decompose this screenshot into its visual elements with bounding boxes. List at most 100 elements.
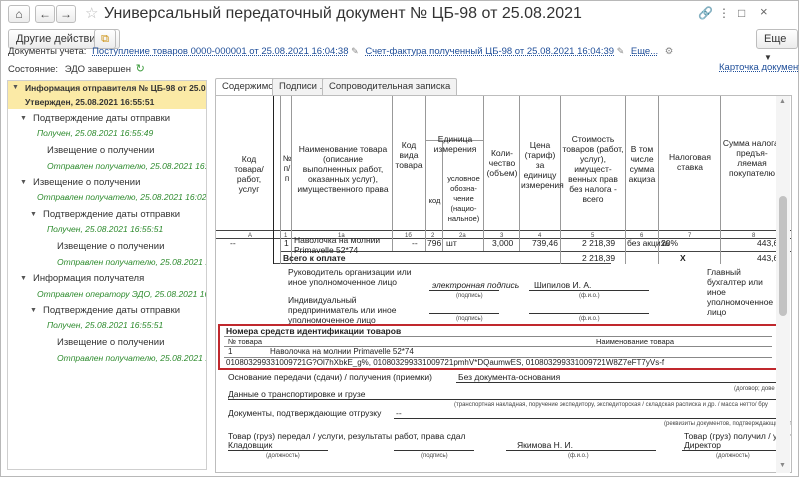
receipt-doc-link[interactable]: Поступление товаров 0000-000001 от 25.08… (92, 46, 348, 57)
edit-icon[interactable]: ✎ (617, 46, 625, 56)
head-name: Шипилов И. А. (534, 280, 592, 290)
col-index: 8 (752, 233, 756, 239)
maximize-icon[interactable]: □ (738, 6, 745, 20)
tree-toggle-icon[interactable]: ▼ (20, 115, 27, 122)
tree-item-sub: Отправлен получателю, 25.08.2021 16:02:0… (37, 192, 207, 202)
cell-name: Наволочка на молнии Primavelle 52*74 (294, 235, 381, 255)
arrow-right-icon: → (60, 7, 72, 21)
invoice-doc-link[interactable]: Счет-фактура полученный ЦБ-98 от 25.08.2… (365, 46, 614, 57)
tree-item-sub: Получен, 25.08.2021 16:55:51 (47, 224, 164, 234)
tree-toggle-icon[interactable]: ▼ (30, 307, 37, 314)
tree-item-title[interactable]: Информация отправителя № ЦБ-98 от 25.08.… (25, 83, 206, 93)
cell-unit-code: 796 (427, 238, 442, 248)
esignature-text: электронная подпись (432, 280, 520, 290)
more-docs-link[interactable]: Еще... (631, 46, 658, 57)
tree-item-sub: Получен, 25.08.2021 16:55:49 (37, 128, 154, 138)
tree-item-sub: Отправлен получателю, 25.08.2021 16:56:2… (57, 257, 206, 267)
gear-icon[interactable]: ⚙ (665, 46, 674, 57)
close-icon[interactable]: × (760, 4, 768, 19)
accounting-docs-label: Документы учета: (8, 46, 87, 57)
col-header-unit-name: условное обозна-чение (нацио-нальное) (447, 174, 480, 223)
col-index: 7 (688, 233, 692, 239)
basis-value: Без документа-основания (458, 372, 561, 382)
basis-label: Основание передачи (сдачи) / получения (… (228, 372, 432, 382)
scroll-thumb[interactable] (779, 196, 787, 316)
document-view: Код товара/ работ, услуг № п/п Наименова… (215, 95, 792, 473)
col-header-unit: Единица измерения (433, 134, 477, 154)
status-label: Состояние: (8, 64, 59, 75)
tree-item-sub: Получен, 25.08.2021 16:55:51 (47, 320, 164, 330)
tree-item-title[interactable]: Извещение о получении (47, 145, 154, 156)
tree-toggle-icon[interactable]: ▼ (12, 84, 19, 91)
total-label: Всего к оплате (283, 253, 346, 263)
transport-hint: (транспортная накладная, поручение экспе… (454, 402, 768, 408)
tree-item-title[interactable]: Извещение о получении (57, 241, 164, 252)
col-index: А (248, 233, 253, 239)
identification-title: Номера средств идентификации товаров (226, 326, 402, 336)
col-header-code: Код товара/ работ, услуг (234, 154, 264, 194)
more-label: Еще (764, 33, 787, 45)
cell-rate: 20% (661, 238, 679, 248)
col-header-cost: Стоимость товаров (работ, услуг), имущес… (562, 134, 624, 204)
head-label: Руководитель организации или иное уполно… (288, 267, 412, 287)
tree-item-title[interactable]: Подтверждение даты отправки (43, 305, 180, 316)
col-header-kind: Код вида товара (395, 140, 423, 170)
vertical-scrollbar[interactable]: ▲ ▼ (776, 96, 790, 473)
tree-item-title[interactable]: Подтверждение даты отправки (33, 113, 170, 124)
director: Директор (684, 440, 722, 450)
fio-hint: (ф.и.о.) (579, 293, 600, 299)
status-value: ЭДО завершен (64, 64, 131, 75)
scroll-down-icon[interactable]: ▼ (779, 462, 786, 469)
title-bar: ⌂ ← → ☆ Универсальный передаточный докум… (1, 1, 798, 27)
link-icon[interactable]: 🔗 (698, 6, 713, 20)
edo-events-tree: ▼ Информация отправителя № ЦБ-98 от 25.0… (7, 80, 207, 470)
accounting-docs-row: Документы учета: Поступление товаров 000… (8, 46, 673, 57)
status-row: Состояние: ЭДО завершен ↻ (8, 62, 145, 75)
tree-item-sub: Утвержден, 25.08.2021 16:55:51 (25, 97, 155, 107)
refresh-icon[interactable]: ↻ (136, 63, 145, 75)
col-header-rate: Налоговая ставка (668, 152, 712, 172)
tree-item-sub: Отправлен получателю, 25.08.2021 16:56:2… (47, 161, 207, 171)
back-button[interactable]: ← (35, 5, 55, 23)
tree-item-sub: Отправлен оператору ЭДО, 25.08.2021 16:5… (37, 289, 206, 299)
cell-kind: -- (412, 238, 418, 248)
tree-item-title[interactable]: Извещение о получении (57, 337, 164, 348)
signature-hint: (подпись) (421, 453, 448, 459)
tab-cover-note[interactable]: Сопроводительная записка (322, 78, 458, 95)
id-codes: 010803299331009721G?Ol7hXbkE_g%, 0108032… (226, 358, 665, 367)
tree-item-title[interactable]: Извещение о получении (33, 177, 140, 188)
col-header-num: № п/п (282, 154, 292, 183)
edit-icon[interactable]: ✎ (351, 46, 359, 56)
favorite-star-icon[interactable]: ☆ (85, 4, 98, 22)
signature-hint: (подпись) (456, 293, 483, 299)
home-button[interactable]: ⌂ (8, 5, 30, 23)
other-actions-label: Другие действия (16, 33, 102, 45)
doc-card-link[interactable]: Карточка документа (719, 62, 799, 73)
tree-item-title[interactable]: Информация получателя (33, 273, 144, 284)
home-icon: ⌂ (15, 7, 23, 21)
cell-num: 1 (284, 238, 289, 248)
fio-hint: (ф.и.о.) (579, 316, 600, 322)
document-window: ⌂ ← → ☆ Универсальный передаточный докум… (0, 0, 799, 477)
tree-item-title[interactable]: Подтверждение даты отправки (43, 209, 180, 220)
more-vertical-icon[interactable]: ⋮ (718, 6, 730, 20)
position-hint: (должность) (716, 453, 750, 459)
position-hint: (должность) (266, 453, 300, 459)
chevron-down-icon: ▼ (764, 53, 772, 62)
forward-button[interactable]: → (56, 5, 76, 23)
id-name: Наволочка на молнии Primavelle 52*74 (270, 347, 414, 356)
docs-hint: (реквизиты документов, подтверждающих от… (664, 421, 791, 427)
cell-price: 739,46 (532, 238, 558, 248)
tree-toggle-icon[interactable]: ▼ (30, 211, 37, 218)
tree-toggle-icon[interactable]: ▼ (20, 275, 27, 282)
tree-toggle-icon[interactable]: ▼ (20, 179, 27, 186)
hierarchy-icon: ⧉ (101, 33, 109, 45)
more-button[interactable]: Еще ▼ (756, 29, 798, 62)
col-header-unit-code: код (428, 196, 441, 205)
total-excise: X (680, 253, 686, 263)
window-title: Универсальный передаточный документ № ЦБ… (104, 5, 582, 22)
identification-codes-box: Номера средств идентификации товаров № т… (218, 324, 778, 370)
col-header-qty: Коли-чество (объем) (486, 148, 518, 178)
scroll-up-icon[interactable]: ▲ (779, 98, 786, 105)
signature-hint: (подпись) (456, 316, 483, 322)
